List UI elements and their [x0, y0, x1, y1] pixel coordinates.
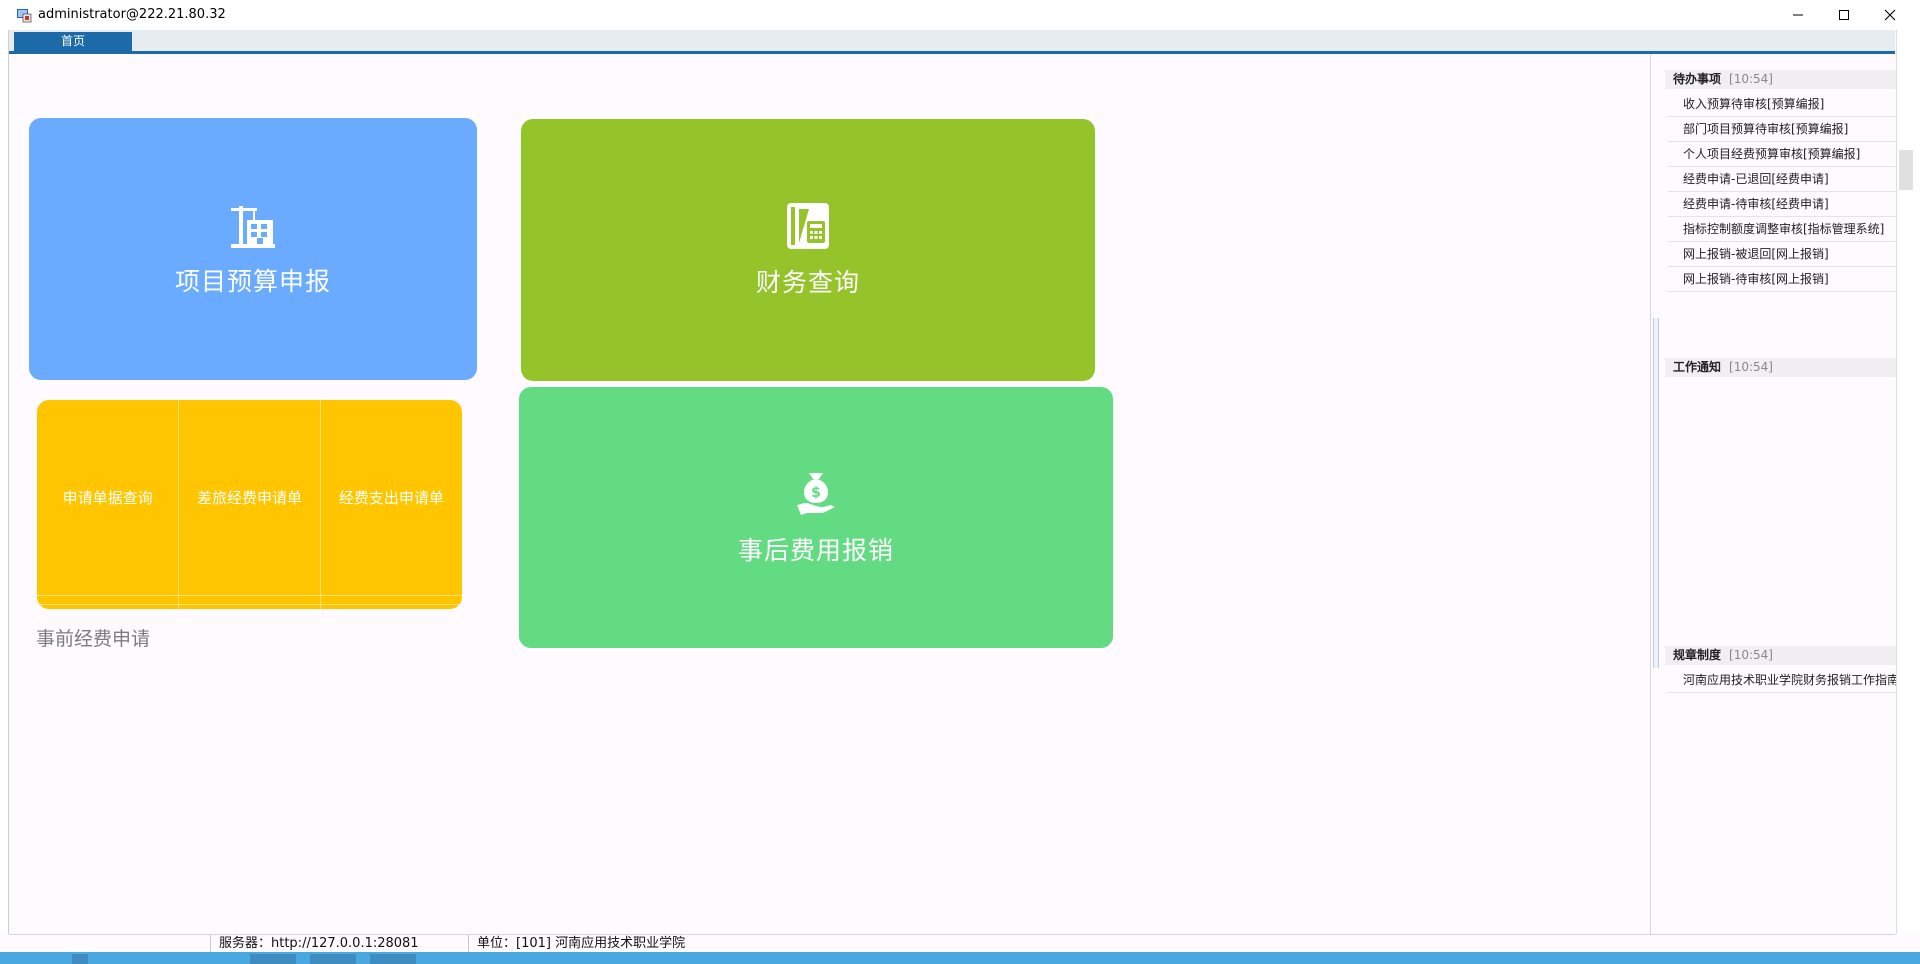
- taskbar: [0, 952, 1920, 964]
- rules-time: [10:54]: [1729, 648, 1773, 662]
- money-bag-hand-icon: $: [797, 472, 835, 515]
- taskbar-item[interactable]: [250, 954, 296, 964]
- rules-item[interactable]: 河南应用技术职业学院财务报销工作指南: [1668, 668, 1896, 693]
- window-title: administrator@222.21.80.32: [38, 7, 226, 22]
- todo-header: 待办事项 [10:54]: [1665, 70, 1896, 89]
- todo-item[interactable]: 收入预算待审核[预算编报]: [1668, 92, 1896, 117]
- project-budget-tile[interactable]: 项目预算申报: [29, 118, 477, 380]
- scrollbar-thumb[interactable]: [1899, 150, 1913, 190]
- rules-header: 规章制度 [10:54]: [1665, 646, 1896, 665]
- grid-cell: [178, 603, 321, 609]
- main-area: 项目预算申报 财务查询 $ 事后费用报销 申请单据查询 差旅经费申请单 经费支出…: [10, 54, 1648, 934]
- todo-item[interactable]: 网上报销-待审核[网上报销]: [1668, 267, 1896, 292]
- building-crane-icon: [231, 206, 275, 248]
- grid-cell-travel-application[interactable]: 差旅经费申请单: [178, 400, 321, 596]
- todo-title: 待办事项: [1673, 72, 1722, 86]
- calculator-book-icon: [787, 203, 829, 249]
- panel-splitter[interactable]: [1653, 318, 1659, 668]
- close-button[interactable]: [1867, 0, 1913, 30]
- pre-application-card: 申请单据查询 差旅经费申请单 经费支出申请单: [37, 400, 462, 609]
- minimize-icon: [1793, 14, 1803, 16]
- status-unit: 单位：[101] 河南应用技术职业学院: [468, 935, 868, 953]
- taskbar-item[interactable]: [72, 954, 88, 964]
- svg-text:$: $: [811, 485, 821, 501]
- taskbar-item[interactable]: [310, 954, 356, 964]
- notice-time: [10:54]: [1729, 360, 1773, 374]
- maximize-button[interactable]: [1821, 0, 1867, 30]
- grid-row: [37, 594, 462, 605]
- todo-list: 收入预算待审核[预算编报] 部门项目预算待审核[预算编报] 个人项目经费预算审核…: [1668, 92, 1896, 292]
- grid-cell: [319, 603, 462, 609]
- remote-desktop-icon: [17, 9, 32, 23]
- reimbursement-label: 事后费用报销: [737, 535, 894, 565]
- reimbursement-tile[interactable]: $ 事后费用报销: [519, 387, 1113, 648]
- notice-title: 工作通知: [1673, 360, 1722, 374]
- app-window: administrator@222.21.80.32 首页 项目预算申报 财务查…: [0, 0, 1920, 964]
- pre-application-grid: 申请单据查询 差旅经费申请单 经费支出申请单: [37, 400, 462, 609]
- notice-header: 工作通知 [10:54]: [1665, 358, 1896, 377]
- grid-row: [37, 603, 462, 609]
- taskbar-item[interactable]: [370, 954, 416, 964]
- grid-cell-expense-application[interactable]: 经费支出申请单: [319, 400, 462, 596]
- project-budget-label: 项目预算申报: [174, 267, 331, 296]
- grid-cell-application-query[interactable]: 申请单据查询: [37, 400, 180, 596]
- grid-row: 申请单据查询 差旅经费申请单 经费支出申请单: [37, 400, 462, 596]
- tab-home[interactable]: 首页: [14, 32, 132, 51]
- status-server: 服务器：http://127.0.0.1:28081: [210, 935, 468, 953]
- rules-list: 河南应用技术职业学院财务报销工作指南: [1668, 668, 1896, 693]
- maximize-icon: [1839, 10, 1849, 20]
- grid-cell: [37, 594, 180, 605]
- minimize-button[interactable]: [1775, 0, 1821, 30]
- grid-cell: [37, 603, 180, 609]
- todo-item[interactable]: 经费申请-已退回[经费申请]: [1668, 167, 1896, 192]
- pre-application-caption: 事前经费申请: [36, 628, 151, 650]
- todo-item[interactable]: 部门项目预算待审核[预算编报]: [1668, 117, 1896, 142]
- rules-title: 规章制度: [1673, 648, 1722, 662]
- todo-item[interactable]: 指标控制额度调整审核[指标管理系统]: [1668, 217, 1896, 242]
- finance-query-label: 财务查询: [755, 268, 860, 297]
- title-bar: administrator@222.21.80.32: [0, 0, 1920, 30]
- close-icon: [1884, 9, 1896, 21]
- todo-time: [10:54]: [1729, 72, 1773, 86]
- todo-item[interactable]: 经费申请-待审核[经费申请]: [1668, 192, 1896, 217]
- tab-bar: 首页: [9, 30, 1895, 51]
- status-bar: 服务器：http://127.0.0.1:28081 单位：[101] 河南应用…: [9, 934, 1895, 953]
- left-frame: [0, 30, 9, 934]
- grid-cell: [319, 594, 462, 605]
- todo-item[interactable]: 网上报销-被退回[网上报销]: [1668, 242, 1896, 267]
- grid-cell: [178, 594, 321, 605]
- finance-query-tile[interactable]: 财务查询: [521, 119, 1095, 381]
- todo-item[interactable]: 个人项目经费预算审核[预算编报]: [1668, 142, 1896, 167]
